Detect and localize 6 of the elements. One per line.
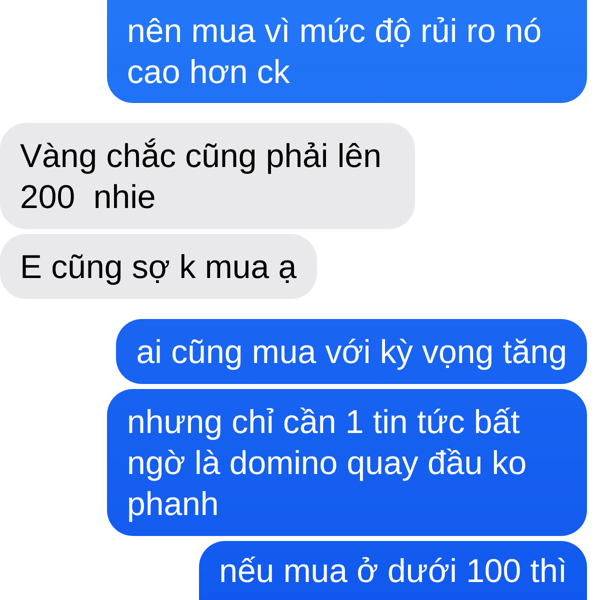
sent-message: nhưng chỉ cần 1 tin tức bất ngờ là domino quay đầu ko phanh [107,389,587,536]
received-message: E cũng sợ k mua ạ [0,234,317,299]
sent-message: nếu mua ở dưới 100 thì [199,541,587,600]
sent-message: nên mua vì mức độ rủi ro nó cao hơn ck [107,0,587,103]
sent-message: ai cũng mua với kỳ vọng tăng [116,319,587,384]
received-message: Vàng chắc cũng phải lên 200 nhie [0,123,415,229]
